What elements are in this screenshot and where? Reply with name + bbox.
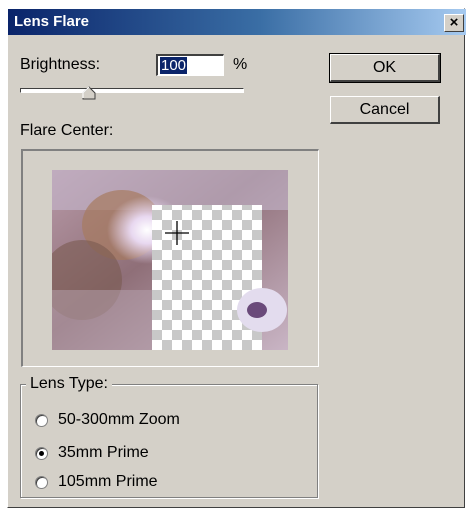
lens-option-zoom[interactable]: 50-300mm Zoom — [35, 409, 180, 431]
slider-thumb-icon[interactable] — [82, 86, 96, 100]
title-bar[interactable]: Lens Flare × — [8, 9, 466, 35]
brightness-slider-track[interactable] — [20, 88, 244, 93]
close-button[interactable]: × — [444, 14, 464, 32]
lens-option-label: 50-300mm Zoom — [58, 411, 180, 428]
flare-center-label: Flare Center: — [20, 122, 114, 139]
preview-image — [52, 170, 288, 350]
brightness-input[interactable]: 100 — [156, 54, 224, 76]
radio-icon[interactable] — [35, 475, 48, 489]
window-title: Lens Flare — [14, 13, 90, 30]
lens-option-35mm[interactable]: 35mm Prime — [35, 442, 149, 464]
lens-option-label: 105mm Prime — [58, 473, 158, 490]
brightness-label: Brightness: — [20, 56, 101, 73]
close-icon: × — [449, 14, 459, 31]
lens-option-105mm[interactable]: 105mm Prime — [35, 471, 158, 493]
lens-option-label: 35mm Prime — [58, 444, 149, 461]
brightness-value: 100 — [160, 57, 188, 74]
flare-preview[interactable] — [52, 170, 288, 350]
ok-button[interactable]: OK — [329, 53, 441, 83]
brightness-unit: % — [233, 56, 248, 73]
cancel-button[interactable]: Cancel — [330, 96, 440, 124]
radio-selected-icon[interactable] — [35, 446, 48, 460]
radio-icon[interactable] — [35, 413, 48, 427]
lens-type-legend: Lens Type: — [26, 375, 112, 393]
